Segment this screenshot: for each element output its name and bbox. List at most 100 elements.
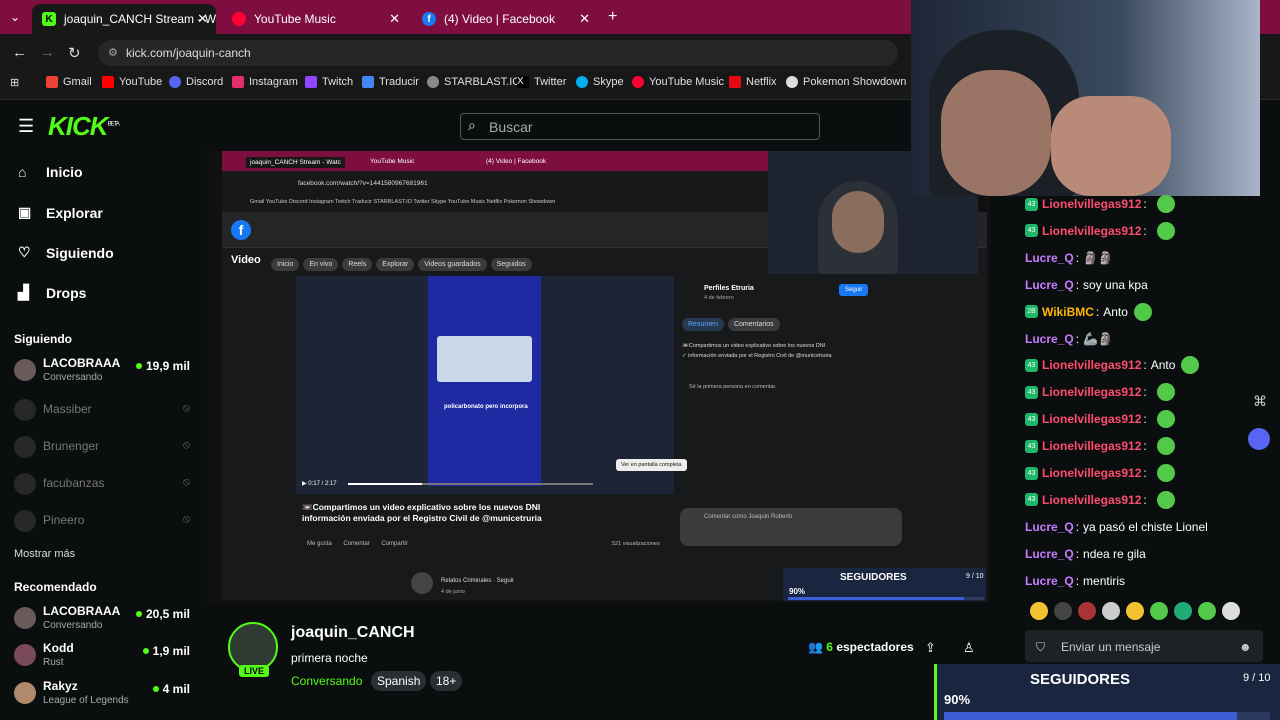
sidebar-item-explorar[interactable]: ▣ Explorar — [18, 204, 103, 221]
bookmark-twitch[interactable]: Twitch — [305, 76, 353, 88]
facebook-logo-icon: f — [231, 220, 251, 240]
emoji-icon[interactable]: ☻ — [1239, 640, 1252, 654]
recommended-channel[interactable]: LACOBRAAA Conversando 20,5 mil — [14, 604, 194, 638]
tab-youtube-music[interactable]: YouTube Music ✕ — [222, 4, 408, 34]
menu-icon[interactable]: ☰ — [18, 116, 34, 137]
bookmark-starblast[interactable]: STARBLAST.IO — [427, 76, 521, 88]
tab-facebook[interactable]: f (4) Video | Facebook ✕ — [412, 4, 598, 34]
chat-username[interactable]: Lionelvillegas912 — [1042, 197, 1141, 211]
chat-separator: : — [1143, 412, 1147, 427]
chat-username[interactable]: Lucre_Q — [1025, 278, 1074, 292]
channel-name[interactable]: joaquin_CANCH — [291, 624, 415, 642]
fb-video-title: 📼Compartimos un video explicativo sobre … — [302, 502, 542, 523]
kick-logo[interactable]: KICKBETA — [48, 111, 120, 142]
twitch-icon — [305, 76, 317, 88]
reload-icon[interactable]: ↻ — [68, 44, 81, 62]
bookmark-discord[interactable]: Discord — [169, 76, 223, 88]
emote-icon[interactable] — [1030, 602, 1048, 620]
show-more-link[interactable]: Mostrar más — [14, 548, 75, 560]
chat-username[interactable]: Lionelvillegas912 — [1042, 385, 1141, 399]
chat-username[interactable]: Lionelvillegas912 — [1042, 493, 1141, 507]
netflix-icon — [729, 76, 741, 88]
sidebar-item-siguiendo[interactable]: ♡ Siguiendo — [18, 244, 114, 261]
tab-kick[interactable]: K joaquin_CANCH Stream - Watc ✕ — [32, 4, 216, 34]
chat-username[interactable]: Lionelvillegas912 — [1042, 412, 1141, 426]
chat-text: 🦾🗿 — [1083, 331, 1113, 346]
avatar — [14, 359, 36, 381]
apps-icon[interactable]: ⊞ — [10, 76, 19, 89]
share-icon[interactable]: ⇪ — [925, 640, 936, 656]
bookmark-twitter[interactable]: X Twitter — [517, 76, 566, 88]
bookmark-gmail[interactable]: Gmail — [46, 76, 92, 88]
captured-goal-count: 9 / 10 — [966, 573, 984, 580]
emote-icon — [1156, 195, 1175, 213]
bookmark-youtube[interactable]: YouTube — [102, 76, 162, 88]
emote-icon[interactable] — [1102, 602, 1120, 620]
chat-username[interactable]: Lucre_Q — [1025, 332, 1074, 346]
close-icon[interactable]: ✕ — [197, 11, 208, 27]
tag-language[interactable]: Spanish — [371, 671, 427, 691]
chat-username[interactable]: Lionelvillegas912 — [1042, 358, 1141, 372]
avatar — [14, 644, 36, 666]
following-channel[interactable]: Pineero ⦸ — [14, 507, 194, 541]
sidebar-item-inicio[interactable]: ⌂ Inicio — [18, 164, 83, 180]
recommended-channel[interactable]: Kodd Rust 1,9 mil — [14, 641, 194, 675]
subscriber-badge-icon: 43 — [1025, 358, 1038, 372]
chat-message: Lucre_Q: mentiris — [1025, 571, 1125, 591]
emote-icon[interactable] — [1054, 602, 1072, 620]
chat-username[interactable]: Lionelvillegas912 — [1042, 466, 1141, 480]
emote-icon[interactable] — [1174, 602, 1192, 620]
emote-icon[interactable] — [1222, 602, 1240, 620]
following-channel[interactable]: Brunenger ⦸ — [14, 433, 194, 467]
fb-video-caption: policarbonato pero incorpora — [444, 404, 528, 410]
bookmark-netflix[interactable]: Netflix — [729, 76, 777, 88]
fb-views: 521 visualizaciones — [612, 541, 660, 547]
emote-icon[interactable] — [1126, 602, 1144, 620]
bookmark-instagram[interactable]: Instagram — [232, 76, 298, 88]
new-tab-button[interactable]: + — [608, 8, 617, 26]
chat-username[interactable]: Lionelvillegas912 — [1042, 224, 1141, 238]
discord-overlay-icon[interactable] — [1248, 428, 1270, 450]
chat-username[interactable]: Lucre_Q — [1025, 574, 1074, 588]
forward-icon[interactable]: → — [40, 44, 55, 61]
kick-icon: K — [42, 12, 56, 26]
following-channel[interactable]: facubanzas ⦸ — [14, 470, 194, 504]
recommended-channel[interactable]: Rakyz League of Legends 4 mil — [14, 679, 194, 713]
tab-search-chevron-icon[interactable]: ⌄ — [10, 10, 20, 24]
follow-user-icon[interactable]: ♙ — [963, 640, 975, 656]
offline-icon: ⦸ — [182, 513, 190, 525]
chat-username[interactable]: WikiBMC — [1042, 305, 1094, 319]
chat-shield-icon[interactable]: ⛉ — [1036, 640, 1045, 655]
bookmark-skype[interactable]: Skype — [576, 76, 624, 88]
emote-icon[interactable] — [1150, 602, 1168, 620]
sidebar-item-drops[interactable]: ▟ Drops — [18, 284, 86, 301]
chat-message: 43 Lionelvillegas912: — [1025, 382, 1175, 402]
fb-tabs: Resumen Comentarios — [682, 313, 784, 331]
emote-icon[interactable] — [1078, 602, 1096, 620]
emote-icon[interactable] — [1198, 602, 1216, 620]
apps-grid-icon[interactable]: ⌘ — [1253, 393, 1267, 410]
bookmark-pokemon-showdown[interactable]: Pokemon Showdown — [786, 76, 906, 88]
webcam-overlay — [911, 0, 1260, 196]
close-icon[interactable]: ✕ — [579, 11, 590, 27]
emote-row[interactable] — [1030, 602, 1260, 624]
bookmark-youtube-music[interactable]: YouTube Music — [632, 76, 724, 88]
category-link[interactable]: Conversando — [291, 674, 362, 688]
tag-mature[interactable]: 18+ — [430, 671, 463, 691]
site-info-icon[interactable]: ⚙ — [108, 46, 118, 59]
chat-username[interactable]: Lucre_Q — [1025, 520, 1074, 534]
emote-icon — [1156, 490, 1175, 509]
url-input[interactable]: kick.com/joaquin-canch — [98, 40, 898, 66]
chat-username[interactable]: Lionelvillegas912 — [1042, 439, 1141, 453]
close-icon[interactable]: ✕ — [389, 11, 400, 27]
following-channel[interactable]: LACOBRAAA Conversando 19,9 mil — [14, 356, 194, 390]
chat-text: ndea re gila — [1083, 546, 1146, 561]
chat-username[interactable]: Lucre_Q — [1025, 547, 1074, 561]
subscriber-badge-icon: 43 — [1025, 385, 1038, 399]
back-icon[interactable]: ← — [12, 44, 27, 61]
chat-username[interactable]: Lucre_Q — [1025, 251, 1074, 265]
bookmark-traducir[interactable]: Traducir — [362, 76, 419, 88]
following-channel[interactable]: Massiber ⦸ — [14, 396, 194, 430]
chat-input[interactable]: Enviar un mensaje — [1025, 630, 1263, 662]
search-input[interactable]: Buscar — [460, 113, 820, 140]
